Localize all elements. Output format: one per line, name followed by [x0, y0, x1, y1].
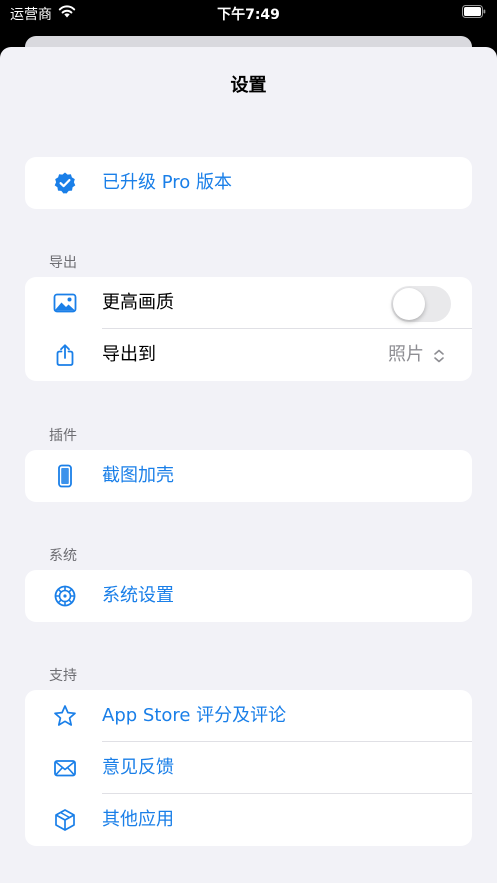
status-bar: 运营商 下午7:49 [0, 0, 497, 28]
other-apps-label: 其他应用 [102, 809, 174, 830]
plugins-group: 截图加壳 [25, 450, 472, 502]
export-destination-value[interactable]: 照片 [388, 343, 424, 367]
higher-quality-row: 更高画质 [25, 277, 472, 329]
pro-group: 已升级 Pro 版本 [25, 157, 472, 209]
chevron-up-down-icon [434, 349, 444, 363]
export-destination-label: 导出到 [102, 344, 156, 365]
system-settings-row[interactable]: 系统设置 [25, 570, 472, 622]
plugins-section-header: 插件 [49, 428, 77, 444]
export-section-header: 导出 [49, 255, 77, 271]
photo-icon [53, 293, 77, 313]
feedback-row[interactable]: 意见反馈 [25, 742, 472, 794]
other-apps-row[interactable]: 其他应用 [25, 794, 472, 846]
envelope-icon [54, 760, 76, 777]
system-settings-label: 系统设置 [102, 585, 174, 606]
screenshot-frame-label: 截图加壳 [102, 465, 174, 486]
battery-icon [462, 5, 486, 18]
status-time: 下午7:49 [217, 7, 280, 23]
verified-badge-icon [54, 172, 76, 194]
settings-sheet: 设置 已升级 Pro 版本 导出 更高画质 导出到 照片 插件 截图加壳 系统 … [0, 47, 497, 883]
system-section-header: 系统 [49, 548, 77, 564]
higher-quality-toggle[interactable] [391, 286, 451, 322]
cube-icon [55, 809, 75, 831]
export-destination-row[interactable]: 导出到 照片 [25, 329, 472, 381]
screenshot-frame-row[interactable]: 截图加壳 [25, 450, 472, 502]
share-icon [56, 344, 74, 366]
pro-status-row[interactable]: 已升级 Pro 版本 [25, 157, 472, 209]
star-icon [54, 705, 76, 726]
gear-icon [54, 585, 76, 607]
iphone-icon [58, 464, 72, 488]
export-group: 更高画质 导出到 照片 [25, 277, 472, 381]
app-store-review-row[interactable]: App Store 评分及评论 [25, 690, 472, 742]
system-group: 系统设置 [25, 570, 472, 622]
pro-status-label: 已升级 Pro 版本 [102, 172, 232, 193]
toggle-knob [393, 288, 425, 320]
support-section-header: 支持 [49, 668, 77, 684]
feedback-label: 意见反馈 [102, 757, 174, 778]
higher-quality-label: 更高画质 [102, 292, 174, 313]
app-store-review-label: App Store 评分及评论 [102, 705, 287, 726]
page-title: 设置 [230, 75, 267, 96]
support-group: App Store 评分及评论 意见反馈 其他应用 [25, 690, 472, 846]
